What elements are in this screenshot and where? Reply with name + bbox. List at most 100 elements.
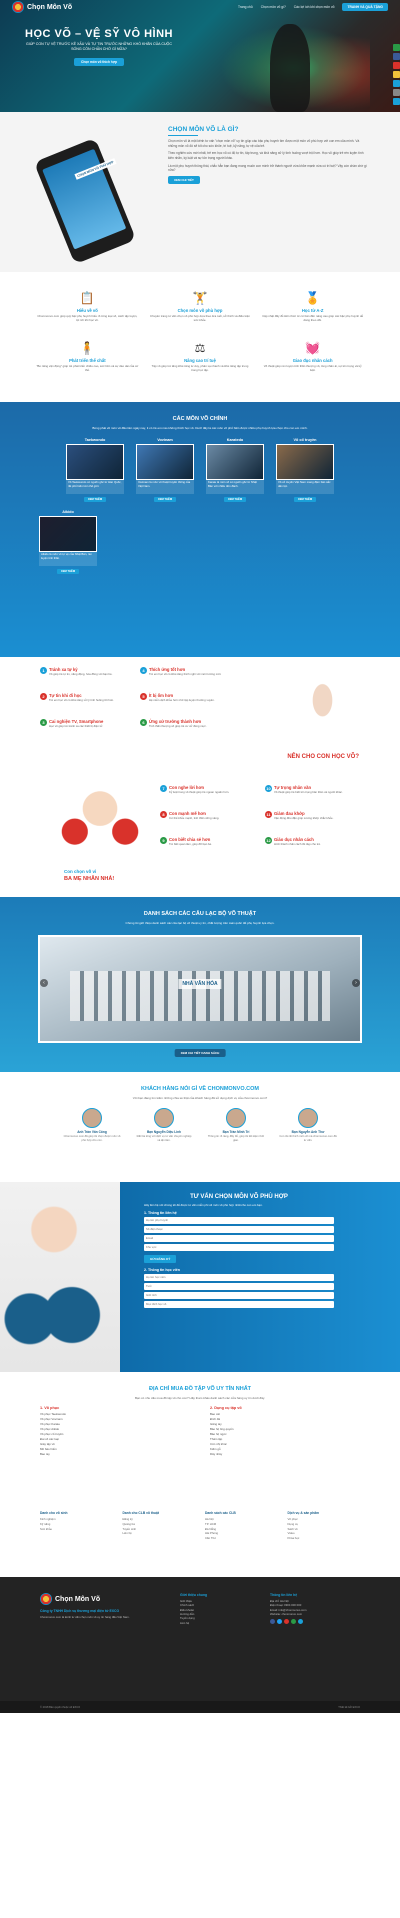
nav-item-home[interactable]: Trang chủ <box>238 5 253 9</box>
clubs-section: DANH SÁCH CÁC CÂU LẠC BỘ VÕ THUẬT Chúng … <box>0 897 400 1072</box>
main-nav: Trang chủ Chọn môn võ gì? Các lợi ích kh… <box>238 3 388 11</box>
course-more-button[interactable]: XEM THÊM <box>294 497 316 503</box>
shop-link[interactable]: Dây nhảy <box>210 1452 360 1457</box>
testimonial-card: Anh Trần Văn Công Chonmonvo.com đã giúp t… <box>63 1108 121 1142</box>
site-logo[interactable]: Chọn Môn Võ <box>12 1 72 13</box>
feature-text: "Bé năng vận động" giúp trẻ phát triển c… <box>36 364 139 373</box>
course-image[interactable] <box>206 444 264 481</box>
feature-text: Võ thuật giúp rèn luyện tinh thần thượng… <box>263 364 362 373</box>
benefit-text: Trẻ em học võ có khả năng xử lý tình huố… <box>49 698 115 702</box>
side-social-icon[interactable] <box>393 71 400 78</box>
parent-name-field[interactable] <box>144 1217 334 1225</box>
scale-icon: ⚖ <box>194 341 206 355</box>
footer-link[interactable]: Sức khỏe <box>40 1527 113 1532</box>
social-icon[interactable] <box>298 1619 303 1625</box>
courses-section: CÁC MÔN VÕ CHÍNH Bùng phát về môn võ đầu… <box>0 402 400 657</box>
age-field[interactable] <box>144 1283 334 1291</box>
footer-logo[interactable]: Chọn Môn Võ <box>40 1593 140 1605</box>
footer: Chọn Môn Võ Công ty TNHH Dịch vụ thương … <box>0 1577 400 1713</box>
footer-link[interactable]: Liên hệ <box>123 1531 196 1536</box>
slider-prev-arrow-icon[interactable]: ‹ <box>40 979 48 987</box>
clubs-slider[interactable]: NHÀ VĂN HÓA <box>38 935 362 1043</box>
kid-caption-2: BA MẸ NHÂN NHÁ! <box>64 876 115 882</box>
course-card: Karatedo Karate là môn võ có nguồn gốc từ… <box>206 438 264 503</box>
gender-field[interactable] <box>144 1292 334 1300</box>
submit-register-button[interactable]: GỬI ĐĂNG KÝ <box>144 1255 177 1264</box>
course-image[interactable] <box>39 516 97 553</box>
benefit-number: 8 <box>160 811 167 818</box>
benefit-item: 12 Giáo dục nhân cách Hình thành nhân cách… <box>265 837 365 847</box>
avatar <box>226 1108 246 1129</box>
footer-link[interactable]: Khóa học <box>288 1536 361 1541</box>
side-social-icon[interactable] <box>393 80 400 87</box>
footer-link[interactable]: Cần Thơ <box>205 1536 278 1541</box>
top-bar: Chọn Môn Võ Trang chủ Chọn môn võ gì? Cá… <box>0 0 400 14</box>
course-card: Võ cổ truyền Võ cổ truyền Việt Nam mang đ… <box>276 438 334 503</box>
course-card: Aikido Aikido là môn võ tự vệ của Nhật Bả… <box>39 510 97 575</box>
benefits-section: NÊN CHO CON HỌC VÕ? Con chọn võ vì BA MẸ… <box>0 657 400 897</box>
link-column: Danh cho CLB võ thuật Đăng ký Quảng bá Tuyể… <box>123 1511 196 1577</box>
course-more-button[interactable]: XEM THÊM <box>224 497 246 503</box>
nav-cta-button[interactable]: TRANH VÀ QUÀ TẶNG <box>342 3 388 11</box>
feature-text: Tập võ giúp trẻ tăng khả năng tư duy, ph… <box>151 364 249 373</box>
side-social-icon[interactable] <box>393 53 400 60</box>
slider-next-arrow-icon[interactable]: › <box>352 979 360 987</box>
testimonial-name: Bạn Nguyễn Diệu Linh <box>146 1130 181 1135</box>
side-social-icon[interactable] <box>393 62 400 69</box>
benefit-item: 10 Tự trọng nhân văn Võ thuật giúp trẻ biế… <box>265 785 365 795</box>
benefit-text: Học võ giúp trẻ tránh xa các thiết bị đi… <box>49 724 104 728</box>
side-social-icon[interactable] <box>393 89 400 96</box>
hero-cta-button[interactable]: Chọn môn võ thích hợp <box>74 57 124 66</box>
course-image[interactable] <box>276 444 334 481</box>
course-more-button[interactable]: XEM THÊM <box>57 569 79 575</box>
courses-title: CÁC MÔN VÕ CHÍNH <box>172 416 228 422</box>
phone-illustration: CHỌN MÔN VÕ PHÙ HỢP <box>33 136 150 265</box>
course-image[interactable] <box>66 444 124 481</box>
benefit-item: 5 Ít bị ốm hơn Hệ miễn dịch khỏe hơn nhờ t… <box>140 693 240 703</box>
social-icon[interactable] <box>291 1619 296 1625</box>
courses-subtitle: Bùng phát về môn võ đầu tiên ngày nay, í… <box>92 426 308 430</box>
course-image[interactable] <box>136 444 194 481</box>
nav-item-benefits[interactable]: Các lợi ích khi chọn môn võ <box>294 5 335 9</box>
shop-column-uniforms: 1. Võ phục Võ phục Taekwondo Võ phục Vovi… <box>40 1406 190 1456</box>
clipboard-icon: 📋 <box>79 291 95 305</box>
shop-list: Võ phục Taekwondo Võ phục Vovinam Võ phục … <box>40 1412 190 1456</box>
about-more-button[interactable]: XEM CHI TIẾT <box>168 175 200 184</box>
clubs-title: DANH SÁCH CÁC CÂU LẠC BỘ VÕ THUẬT <box>143 911 257 917</box>
course-more-button[interactable]: XEM THÊM <box>154 497 176 503</box>
benefit-number: 5 <box>140 693 147 700</box>
feature-text: Chonmonvo.com giúp quý bậc phụ huynh hiể… <box>37 314 138 323</box>
side-social-icon[interactable] <box>393 44 400 51</box>
logo-icon <box>12 1 24 13</box>
testimonial-name: Anh Trần Văn Công <box>77 1130 107 1135</box>
benefit-item: 9 Con biết chia sẻ hơn Trẻ biết quan tâm, … <box>160 837 260 847</box>
email-field[interactable] <box>144 1235 334 1243</box>
side-social-icon[interactable] <box>393 98 400 105</box>
phone-field[interactable] <box>144 1226 334 1234</box>
testimonial-text: Con tôi rất thích môn võ mà chonmonvo.co… <box>279 1135 337 1142</box>
course-name: Aikido <box>62 510 74 515</box>
hero-tagline: GIÚP CON TỰ VỆ TRƯỚC KẺ XẤU VÀ TỰ TIN TR… <box>26 42 172 51</box>
avatar <box>82 1108 102 1129</box>
benefit-text: Kỷ luật trong võ thuật giúp trẻ ngoan ng… <box>169 790 230 794</box>
social-icon[interactable] <box>277 1619 282 1625</box>
social-icon[interactable] <box>270 1619 275 1625</box>
social-icon[interactable] <box>284 1619 289 1625</box>
goal-field[interactable] <box>144 1301 334 1309</box>
footer-list: Địa chỉ: Hà Nội Điện thoại: 0904 000 000 E… <box>270 1599 360 1616</box>
student-name-field[interactable] <box>144 1274 334 1282</box>
shops-title: ĐỊA CHỈ MUA ĐỒ TẬP VÕ UY TÍN NHẤT <box>148 1386 252 1392</box>
clubs-list-button[interactable]: XEM CHI TIẾT DANH SÁCH <box>174 1049 226 1057</box>
kid-gloves-image <box>0 1182 120 1372</box>
benefit-item: 4 Thích ứng tốt hơn Trẻ em học võ có khả n… <box>140 667 240 677</box>
dumbbell-icon: 🏋 <box>192 291 208 305</box>
benefit-item: 3 Cai nghiện TV, Smartphone Học võ giúp tr… <box>40 719 140 729</box>
kid-caption-1: Con chọn võ vì <box>64 869 97 874</box>
nav-item-choose[interactable]: Chọn môn võ gì? <box>261 5 286 9</box>
shop-link[interactable]: Bao tay <box>40 1452 190 1457</box>
link-column: Danh cho võ sinh Kinh nghiệm Kỹ năng Sức kh… <box>40 1511 113 1577</box>
testimonial-text: Chonmonvo.com đã giúp tôi chọn được môn … <box>63 1135 121 1142</box>
footer-link[interactable]: Liên hệ <box>180 1621 260 1625</box>
course-more-button[interactable]: XEM THÊM <box>84 497 106 503</box>
area-field[interactable] <box>144 1244 334 1252</box>
